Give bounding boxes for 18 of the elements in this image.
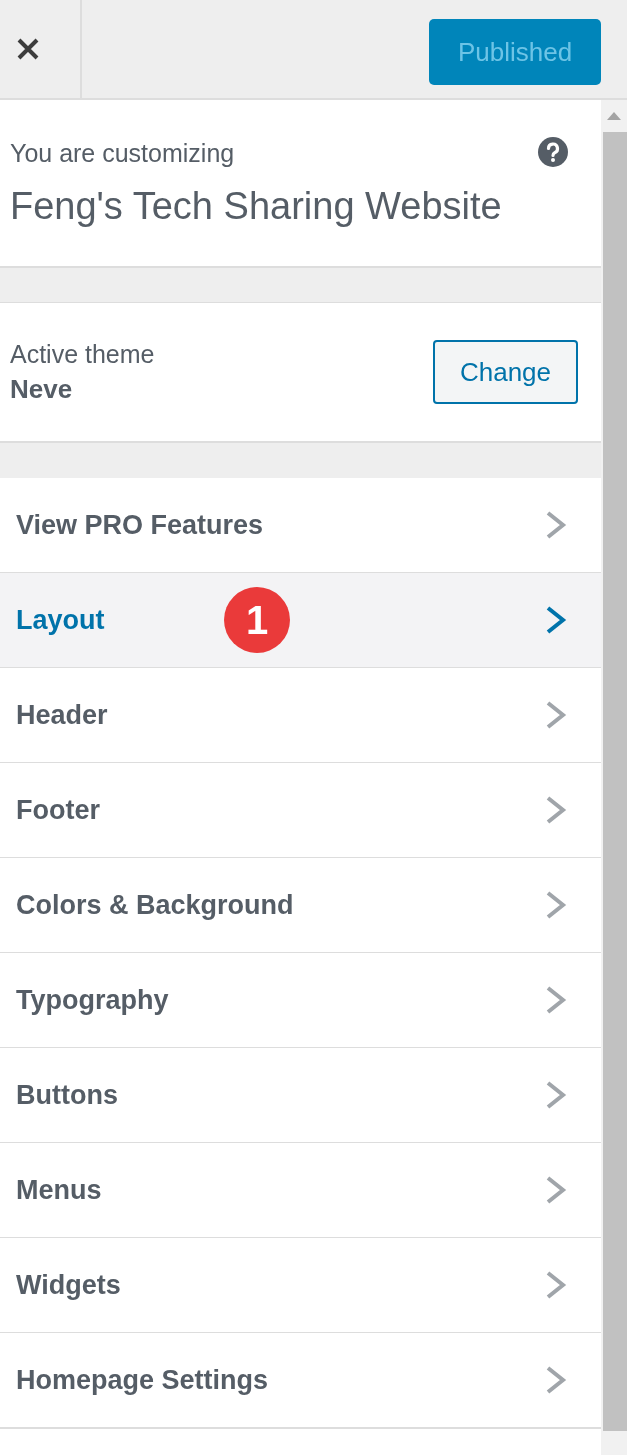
change-theme-button[interactable]: Change xyxy=(433,340,578,404)
chevron-right-icon xyxy=(545,606,567,634)
close-icon xyxy=(16,37,40,61)
chevron-right-icon xyxy=(545,986,567,1014)
chevron-right-icon xyxy=(545,1081,567,1109)
chevron-right-icon xyxy=(545,1271,567,1299)
chevron-right-icon xyxy=(545,511,567,539)
active-theme-label: Active theme xyxy=(10,339,155,370)
chevron-right-icon xyxy=(545,1176,567,1204)
theme-name: Neve xyxy=(10,373,73,406)
chevron-right-icon xyxy=(545,701,567,729)
customizing-label: You are customizing xyxy=(10,138,235,169)
scroll-up-icon[interactable] xyxy=(607,112,621,120)
chevron-right-icon xyxy=(545,1366,567,1394)
chevron-right-icon xyxy=(545,891,567,919)
help-icon[interactable] xyxy=(538,137,568,167)
chevron-right-icon xyxy=(545,796,567,824)
site-title: Feng's Tech Sharing Website xyxy=(10,184,502,229)
